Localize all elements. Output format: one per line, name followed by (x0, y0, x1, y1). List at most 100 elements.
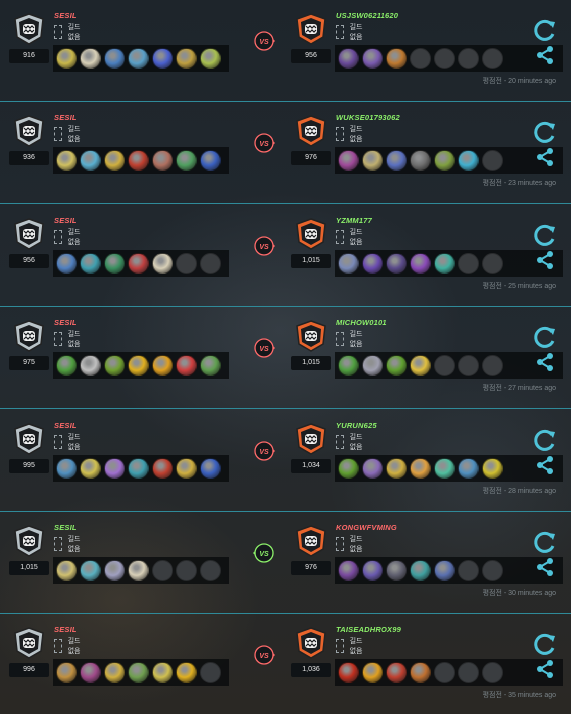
hero-portrait[interactable] (176, 150, 197, 172)
hero-portrait[interactable] (128, 150, 149, 172)
hero-portrait[interactable] (152, 48, 173, 69)
hero-portrait[interactable] (176, 48, 197, 69)
hero-portrait[interactable] (152, 355, 173, 377)
hero-portrait[interactable] (56, 457, 77, 479)
hero-portrait[interactable] (80, 48, 101, 69)
refresh-icon[interactable] (532, 119, 558, 145)
hero-portrait[interactable] (362, 662, 383, 684)
hero-portrait[interactable] (104, 150, 125, 172)
hero-portrait[interactable] (176, 457, 197, 479)
hero-portrait[interactable] (128, 662, 149, 684)
hero-portrait[interactable] (362, 150, 383, 172)
player-name[interactable]: USJSW06211620 (336, 11, 398, 20)
hero-portrait[interactable] (152, 252, 173, 274)
hero-portrait[interactable] (128, 560, 149, 581)
hero-portrait[interactable] (152, 457, 173, 479)
hero-portrait[interactable] (56, 48, 77, 69)
hero-portrait[interactable] (128, 48, 149, 69)
hero-portrait[interactable] (56, 560, 77, 581)
share-icon[interactable] (535, 455, 555, 475)
hero-portrait[interactable] (152, 662, 173, 684)
player-name[interactable]: SESIL (54, 318, 77, 327)
hero-portrait[interactable] (338, 48, 359, 69)
hero-portrait[interactable] (104, 252, 125, 274)
refresh-icon[interactable] (532, 631, 558, 657)
hero-portrait[interactable] (152, 150, 173, 172)
hero-portrait[interactable] (128, 457, 149, 479)
hero-portrait[interactable] (386, 355, 407, 377)
hero-portrait[interactable] (410, 150, 431, 172)
player-name[interactable]: SESIL (54, 523, 77, 532)
hero-portrait[interactable] (410, 560, 431, 581)
hero-portrait[interactable] (458, 150, 479, 172)
hero-portrait[interactable] (104, 355, 125, 377)
refresh-icon[interactable] (532, 222, 558, 248)
share-icon[interactable] (535, 147, 555, 167)
share-icon[interactable] (535, 557, 555, 577)
hero-portrait[interactable] (80, 252, 101, 274)
player-name[interactable]: SESIL (54, 216, 77, 225)
player-name[interactable]: SESIL (54, 421, 77, 430)
hero-portrait[interactable] (362, 355, 383, 377)
hero-portrait[interactable] (56, 252, 77, 274)
hero-portrait[interactable] (338, 252, 359, 274)
hero-portrait[interactable] (104, 457, 125, 479)
hero-portrait[interactable] (434, 252, 455, 274)
share-icon[interactable] (535, 45, 555, 65)
hero-portrait[interactable] (410, 252, 431, 274)
hero-portrait[interactable] (362, 48, 383, 69)
hero-portrait[interactable] (482, 457, 503, 479)
refresh-icon[interactable] (532, 529, 558, 555)
share-icon[interactable] (535, 352, 555, 372)
hero-portrait[interactable] (104, 48, 125, 69)
hero-portrait[interactable] (176, 355, 197, 377)
refresh-icon[interactable] (532, 17, 558, 43)
share-icon[interactable] (535, 659, 555, 679)
hero-portrait[interactable] (128, 252, 149, 274)
hero-portrait[interactable] (128, 355, 149, 377)
player-name[interactable]: YURUN625 (336, 421, 377, 430)
hero-portrait[interactable] (458, 457, 479, 479)
hero-portrait[interactable] (80, 560, 101, 581)
hero-portrait[interactable] (200, 355, 221, 377)
hero-portrait[interactable] (104, 560, 125, 581)
hero-portrait[interactable] (386, 662, 407, 684)
hero-portrait[interactable] (434, 457, 455, 479)
player-name[interactable]: WUKSE01793062 (336, 113, 400, 122)
hero-portrait[interactable] (338, 560, 359, 581)
hero-portrait[interactable] (386, 560, 407, 581)
player-name[interactable]: KONGWFVMING (336, 523, 397, 532)
player-name[interactable]: TAISEADHROX99 (336, 625, 401, 634)
hero-portrait[interactable] (200, 457, 221, 479)
hero-portrait[interactable] (362, 252, 383, 274)
hero-portrait[interactable] (338, 457, 359, 479)
hero-portrait[interactable] (434, 150, 455, 172)
hero-portrait[interactable] (56, 355, 77, 377)
hero-portrait[interactable] (410, 457, 431, 479)
player-name[interactable]: MICHOW0101 (336, 318, 387, 327)
hero-portrait[interactable] (386, 150, 407, 172)
player-name[interactable]: YZMM177 (336, 216, 372, 225)
hero-portrait[interactable] (410, 662, 431, 684)
hero-portrait[interactable] (200, 150, 221, 172)
player-name[interactable]: SESIL (54, 625, 77, 634)
share-icon[interactable] (535, 250, 555, 270)
hero-portrait[interactable] (386, 457, 407, 479)
hero-portrait[interactable] (104, 662, 125, 684)
hero-portrait[interactable] (386, 252, 407, 274)
hero-portrait[interactable] (80, 355, 101, 377)
refresh-icon[interactable] (532, 427, 558, 453)
hero-portrait[interactable] (434, 560, 455, 581)
hero-portrait[interactable] (362, 457, 383, 479)
hero-portrait[interactable] (56, 150, 77, 172)
hero-portrait[interactable] (386, 48, 407, 69)
hero-portrait[interactable] (338, 150, 359, 172)
hero-portrait[interactable] (410, 355, 431, 377)
hero-portrait[interactable] (80, 457, 101, 479)
hero-portrait[interactable] (200, 48, 221, 69)
hero-portrait[interactable] (176, 662, 197, 684)
player-name[interactable]: SESIL (54, 11, 77, 20)
hero-portrait[interactable] (56, 662, 77, 684)
refresh-icon[interactable] (532, 324, 558, 350)
hero-portrait[interactable] (362, 560, 383, 581)
